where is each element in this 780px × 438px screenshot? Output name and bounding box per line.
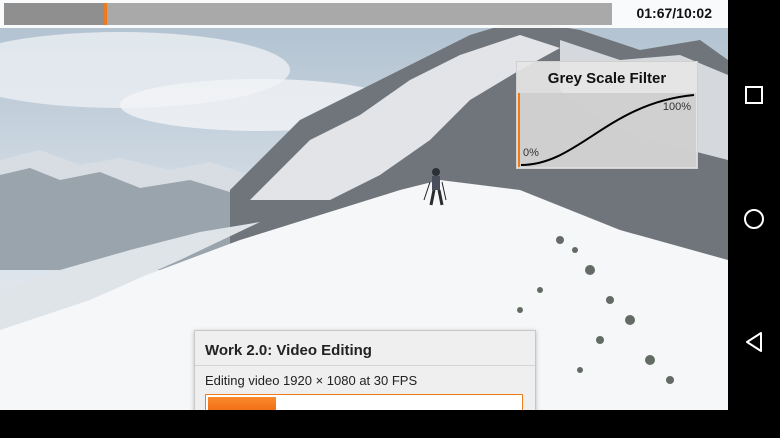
square-icon xyxy=(745,86,763,104)
android-nav-bar xyxy=(728,0,780,438)
grey-scale-filter-panel: Grey Scale Filter 0% 100% xyxy=(516,61,698,169)
filter-min-label: 0% xyxy=(523,147,539,159)
timeline-scrubber[interactable] xyxy=(4,3,612,25)
video-frame[interactable]: 01:67/10:02 Grey Scale Filter 0% 100% Wo… xyxy=(0,0,728,410)
filter-curve-graph[interactable]: 0% 100% xyxy=(518,93,696,167)
task-divider xyxy=(195,365,535,366)
timeline-played xyxy=(4,3,105,25)
filter-title: Grey Scale Filter xyxy=(547,70,667,87)
timeline-bar: 01:67/10:02 xyxy=(0,0,728,28)
recents-button[interactable] xyxy=(740,81,768,109)
bottom-letterbox xyxy=(0,410,728,438)
home-button[interactable] xyxy=(740,205,768,233)
time-readout: 01:67/10:02 xyxy=(636,5,712,21)
task-panel: Work 2.0: Video Editing Editing video 19… xyxy=(194,330,536,410)
timeline-playhead[interactable] xyxy=(104,3,108,25)
filter-max-label: 100% xyxy=(662,101,691,113)
task-progress-fill xyxy=(208,397,276,410)
triangle-back-icon xyxy=(746,332,762,352)
task-title: Work 2.0: Video Editing xyxy=(205,342,372,359)
back-button[interactable] xyxy=(740,328,768,356)
circle-icon xyxy=(744,209,764,229)
task-status: Editing video 1920 × 1080 at 30 FPS xyxy=(205,373,418,388)
filter-start-marker xyxy=(518,93,520,167)
task-progress-bar xyxy=(205,394,523,410)
